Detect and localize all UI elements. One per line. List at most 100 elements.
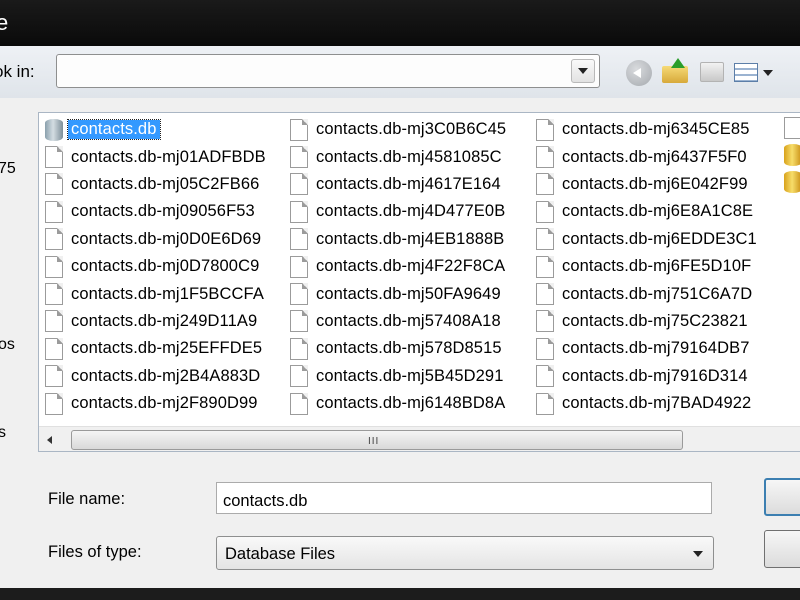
file-item-name: contacts.db-mj0D0E6D69 [71,229,262,248]
file-icon [290,118,308,141]
file-icon [536,118,554,141]
file-item[interactable]: contacts.db-mj6E8A1C8E [536,198,757,225]
file-icon [290,310,308,333]
horizontal-scrollbar[interactable]: III [39,426,800,451]
file-item-name: contacts.db-mj57408A18 [316,311,501,330]
file-item-name: contacts.db-mj578D8515 [316,339,502,358]
file-icon [290,255,308,278]
file-item[interactable]: contacts.db-mj5B45D291 [290,363,506,390]
file-item[interactable]: contacts.db-mj6148BD8A [290,390,506,417]
file-item[interactable]: contacts.db-mj6FE5D10F [536,253,757,280]
file-item[interactable]: contacts.db-mj4EB1888B [290,226,506,253]
open-button[interactable] [764,478,800,516]
file-item[interactable]: contacts.db-mj0D7800C9 [45,253,266,280]
file-item[interactable]: contacts.db-mj79164DB7 [536,335,757,362]
file-item[interactable]: contacts.db-mj25EFFDE5 [45,335,266,362]
file-item[interactable]: contacts.db-mj6345CE85 [536,116,757,143]
file-item[interactable]: contacts.db-mj4D477E0B [290,198,506,225]
places-fragment[interactable]: 75 [0,160,16,178]
file-item[interactable]: contacts.db-mj7916D314 [536,363,757,390]
file-item[interactable]: contacts.db-mj01ADFBDB [45,143,266,170]
cancel-button[interactable] [764,530,800,568]
file-icon [536,283,554,306]
file-name-input[interactable] [216,482,712,514]
file-item-name: contacts.db-mj7BAD4922 [562,394,752,413]
file-item[interactable]: contacts.db-mj4F22F8CA [290,253,506,280]
file-item-name: contacts.db-mj4F22F8CA [316,257,506,276]
file-item-name: contacts.db-mj01ADFBDB [71,147,266,166]
file-item[interactable]: contacts.db-mj2B4A883D [45,363,266,390]
file-icon [290,228,308,251]
file-icon [536,365,554,388]
file-item[interactable]: contacts.db-mj578D8515 [290,335,506,362]
look-in-dropdown-button[interactable] [571,59,595,83]
file-item[interactable]: contacts.db-mj0D0E6D69 [45,226,266,253]
file-icon [536,337,554,360]
file-item[interactable]: contacts.db-mj75C23821 [536,308,757,335]
file-icon [536,255,554,278]
file-item[interactable]: contacts.db-mj57408A18 [290,308,506,335]
file-item[interactable]: contacts.db-mj05C2FB66 [45,171,266,198]
file-icon [536,200,554,223]
file-column: contacts.db contacts.db-mj01ADFBDB contact… [45,116,266,417]
places-bar: 75 os s [0,98,30,458]
file-item-name: contacts.db-mj4617E164 [316,174,501,193]
file-item-name: contacts.db-mj6E042F99 [562,174,748,193]
file-item-name: contacts.db-mj4EB1888B [316,229,505,248]
file-item[interactable]: contacts.db-mj6E042F99 [536,171,757,198]
back-arrow-icon[interactable] [626,60,652,86]
scroll-left-icon[interactable] [47,436,52,444]
window-title: e [0,10,9,35]
file-item[interactable]: contacts.db-mj6EDDE3C1 [536,226,757,253]
file-column: contacts.db-mj3C0B6C45 contacts.db-mj4581… [290,116,506,417]
file-item[interactable]: contacts.db-mj751C6A7D [536,280,757,307]
file-item[interactable]: contacts.db [45,116,266,143]
file-item[interactable]: contacts.db-mj3C0B6C45 [290,116,506,143]
up-arrow-shape [671,58,685,68]
places-fragment[interactable]: os [0,336,15,354]
file-icon [290,146,308,169]
file-item[interactable]: contacts.db-mj249D11A9 [45,308,266,335]
file-item-name: contacts.db-mj6FE5D10F [562,257,752,276]
file-item[interactable]: contacts.db-mj7BAD4922 [536,390,757,417]
file-item-name: contacts.db-mj79164DB7 [562,339,750,358]
file-item[interactable]: contacts.db-mj4617E164 [290,171,506,198]
file-item[interactable]: contacts.db-mj09056F53 [45,198,266,225]
file-item-name: contacts.db-mj2F890D99 [71,394,258,413]
file-item-name: contacts.db-mj4581085C [316,147,502,166]
file-item-name: contacts.db-mj75C23821 [562,311,748,330]
database-icon[interactable] [784,144,800,166]
file-icon [45,146,63,169]
file-icon [536,392,554,415]
file-item[interactable]: contacts.db-mj2F890D99 [45,390,266,417]
view-menu-button[interactable] [734,60,776,86]
file-item-name: contacts.db-mj6345CE85 [562,120,750,139]
up-folder-icon[interactable] [662,58,690,84]
file-item-name: contacts.db-mj751C6A7D [562,284,753,303]
file-item-name: contacts.db-mj0D7800C9 [71,257,260,276]
view-menu-icon [734,63,758,82]
file-icon[interactable] [784,117,800,139]
file-item[interactable]: contacts.db-mj4581085C [290,143,506,170]
file-item[interactable]: contacts.db-mj1F5BCCFA [45,280,266,307]
file-icon [290,337,308,360]
new-folder-icon[interactable] [700,62,724,82]
chevron-down-icon [578,68,588,74]
database-icon[interactable] [784,171,800,193]
places-fragment[interactable]: s [0,424,6,442]
file-item-name: contacts.db-mj05C2FB66 [71,174,260,193]
file-item-name: contacts.db-mj1F5BCCFA [71,284,264,303]
file-list-items: contacts.db contacts.db-mj01ADFBDB contact… [39,113,800,423]
file-icon [45,392,63,415]
file-item-name: contacts.db-mj6437F5F0 [562,147,747,166]
file-item[interactable]: contacts.db-mj6437F5F0 [536,143,757,170]
scrollbar-thumb[interactable]: III [71,430,683,450]
file-item-name: contacts.db-mj09056F53 [71,202,255,221]
file-name-label: File name: [48,490,126,508]
file-type-dropdown[interactable]: Database Files [216,536,714,570]
file-type-value: Database Files [225,545,336,563]
file-item-name: contacts.db-mj3C0B6C45 [316,120,507,139]
look-in-dropdown[interactable] [56,54,600,88]
file-item[interactable]: contacts.db-mj50FA9649 [290,280,506,307]
file-list[interactable]: contacts.db contacts.db-mj01ADFBDB contact… [38,112,800,452]
